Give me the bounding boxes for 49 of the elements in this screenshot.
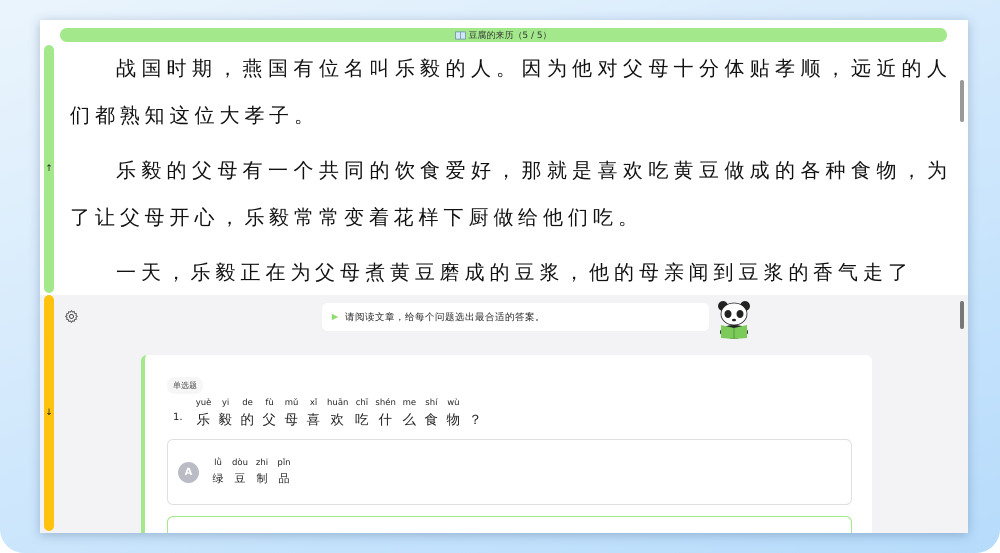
option-character: 绿 — [212, 471, 224, 486]
question-character: 毅 — [218, 411, 233, 429]
settings-icon[interactable] — [64, 309, 79, 324]
question-character: 什 — [378, 411, 393, 429]
option-character: 豆 — [234, 471, 246, 486]
pinyin: de — [242, 398, 253, 410]
question-character: 的 — [240, 411, 255, 429]
passage-paragraph: 乐毅的父母有一个共同的饮食爱好，那就是喜欢吃黄豆做成的各种食物，为了让父母开心，乐毅常常变着花样下厨做给他们吃。 — [70, 157, 952, 231]
play-icon[interactable] — [331, 313, 339, 321]
question-character: 喜 — [306, 411, 321, 429]
pinyin: fù — [265, 398, 274, 410]
option-character: 品 — [278, 471, 290, 486]
pinyin: wù — [447, 398, 460, 410]
pinyin: yuè — [196, 398, 212, 410]
passage-paragraph: 战国时期，燕国有位名叫乐毅的人。因为他对父母十分体贴孝顺，远近的人们都熟知这位大孝子。 — [70, 55, 952, 129]
pinyin: chī — [356, 398, 368, 410]
question-character: 吃 — [354, 411, 369, 429]
question-character: 父 — [262, 411, 277, 429]
pinyin: zhi — [256, 458, 268, 470]
pinyin: huān — [327, 398, 348, 410]
collapse-handle[interactable]: ↑ — [44, 45, 54, 293]
instruction-text: 请阅读文章，给每个问题选出最合适的答案。 — [345, 310, 545, 324]
expand-handle[interactable]: ↓ — [44, 295, 54, 531]
question-character: 乐 — [196, 411, 211, 429]
question-character: 物 — [446, 411, 460, 429]
question-number: 1. — [173, 412, 183, 423]
question-type-tag: 单选题 — [167, 377, 203, 394]
question-character: 欢 — [330, 411, 345, 429]
pinyin: shén — [375, 398, 396, 410]
option-character: 制 — [256, 471, 268, 486]
option-letter: A — [178, 462, 199, 482]
pinyin: me — [402, 398, 416, 410]
passage-paragraph: 一天，乐毅正在为父母煮黄豆磨成的豆浆，他的母亲闻到豆浆的香气走了 — [115, 259, 914, 286]
pinyin: lǜ — [214, 458, 222, 470]
document-title: 豆腐的来历（5 / 5） — [468, 30, 552, 42]
pinyin: mǔ — [284, 398, 298, 410]
pinyin: yi — [222, 398, 230, 410]
answer-option[interactable]: A lǜ 绿 dòu 豆 zhi 制 pǐn 品 — [167, 439, 852, 505]
question-character: 食 — [424, 411, 438, 429]
pinyin: xǐ — [310, 398, 318, 410]
question-character: 母 — [284, 411, 299, 429]
pinyin: pǐn — [277, 458, 291, 470]
question-character: 么 — [402, 411, 416, 429]
book-icon — [455, 30, 466, 40]
pinyin: shí — [425, 398, 438, 410]
scrollbar-thumb[interactable] — [960, 301, 964, 329]
scrollbar-thumb[interactable] — [960, 80, 964, 122]
question-character: ？ — [468, 411, 482, 429]
pinyin: dòu — [232, 458, 248, 470]
